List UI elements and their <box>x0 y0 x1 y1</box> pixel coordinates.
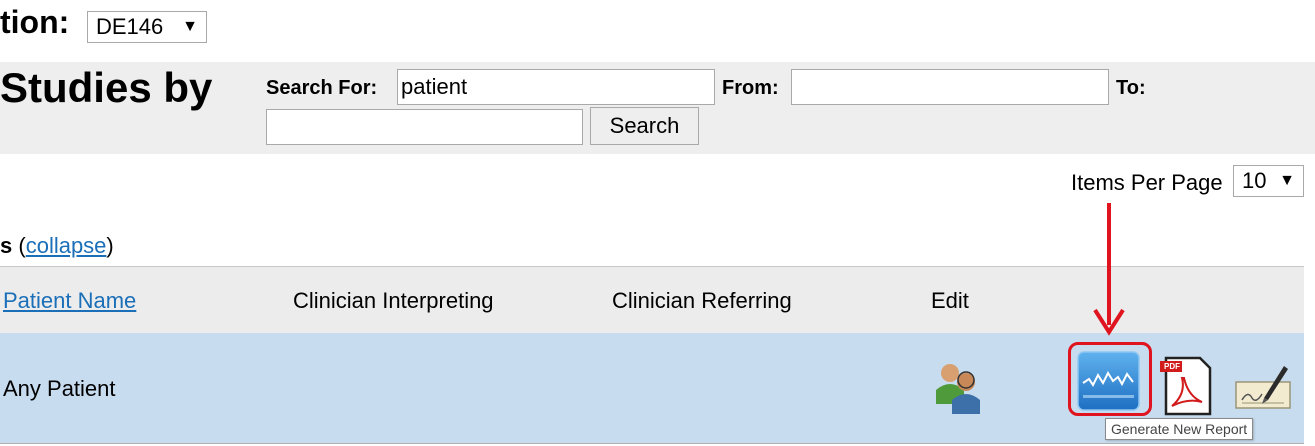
location-select[interactable]: DE146 ▼ <box>87 11 207 43</box>
from-label: From: <box>722 77 779 99</box>
search-for-label: Search For: <box>266 77 378 99</box>
results-section-label: s (collapse) <box>0 233 114 259</box>
search-button[interactable]: Search <box>590 107 699 145</box>
column-header-clinician-interpreting: Clinician Interpreting <box>293 288 494 313</box>
sign-icon[interactable] <box>1234 360 1292 412</box>
column-header-patient-name[interactable]: Patient Name <box>3 288 136 314</box>
to-date-input[interactable] <box>266 109 583 145</box>
edit-users-icon[interactable] <box>930 360 988 414</box>
pdf-icon[interactable]: PDF <box>1158 356 1214 416</box>
to-label: To: <box>1116 77 1146 99</box>
arrow-head-icon <box>1093 306 1125 336</box>
items-per-page-select[interactable]: 10 ▼ <box>1233 165 1304 197</box>
page-title: Studies by <box>0 64 213 111</box>
search-input[interactable] <box>397 69 715 105</box>
annotation-highlight-box <box>1068 342 1152 416</box>
collapse-link[interactable]: collapse <box>26 233 107 258</box>
section-title-fragment: s <box>0 233 13 258</box>
chevron-down-icon: ▼ <box>182 18 198 35</box>
location-select-value: DE146 <box>96 14 164 39</box>
pdf-badge-text: PDF <box>1164 362 1180 371</box>
location-label: tion: <box>0 4 70 40</box>
column-header-clinician-referring: Clinician Referring <box>612 288 792 313</box>
column-header-edit: Edit <box>931 288 969 313</box>
close-paren: ) <box>106 233 114 258</box>
patient-name-cell: Any Patient <box>3 376 116 401</box>
tooltip: Generate New Report <box>1105 418 1254 440</box>
chevron-down-icon: ▼ <box>1279 172 1295 189</box>
items-per-page-label: Items Per Page <box>1071 170 1223 195</box>
items-per-page-value: 10 <box>1242 168 1267 193</box>
open-paren: ( <box>18 233 26 258</box>
from-date-input[interactable] <box>791 69 1109 105</box>
